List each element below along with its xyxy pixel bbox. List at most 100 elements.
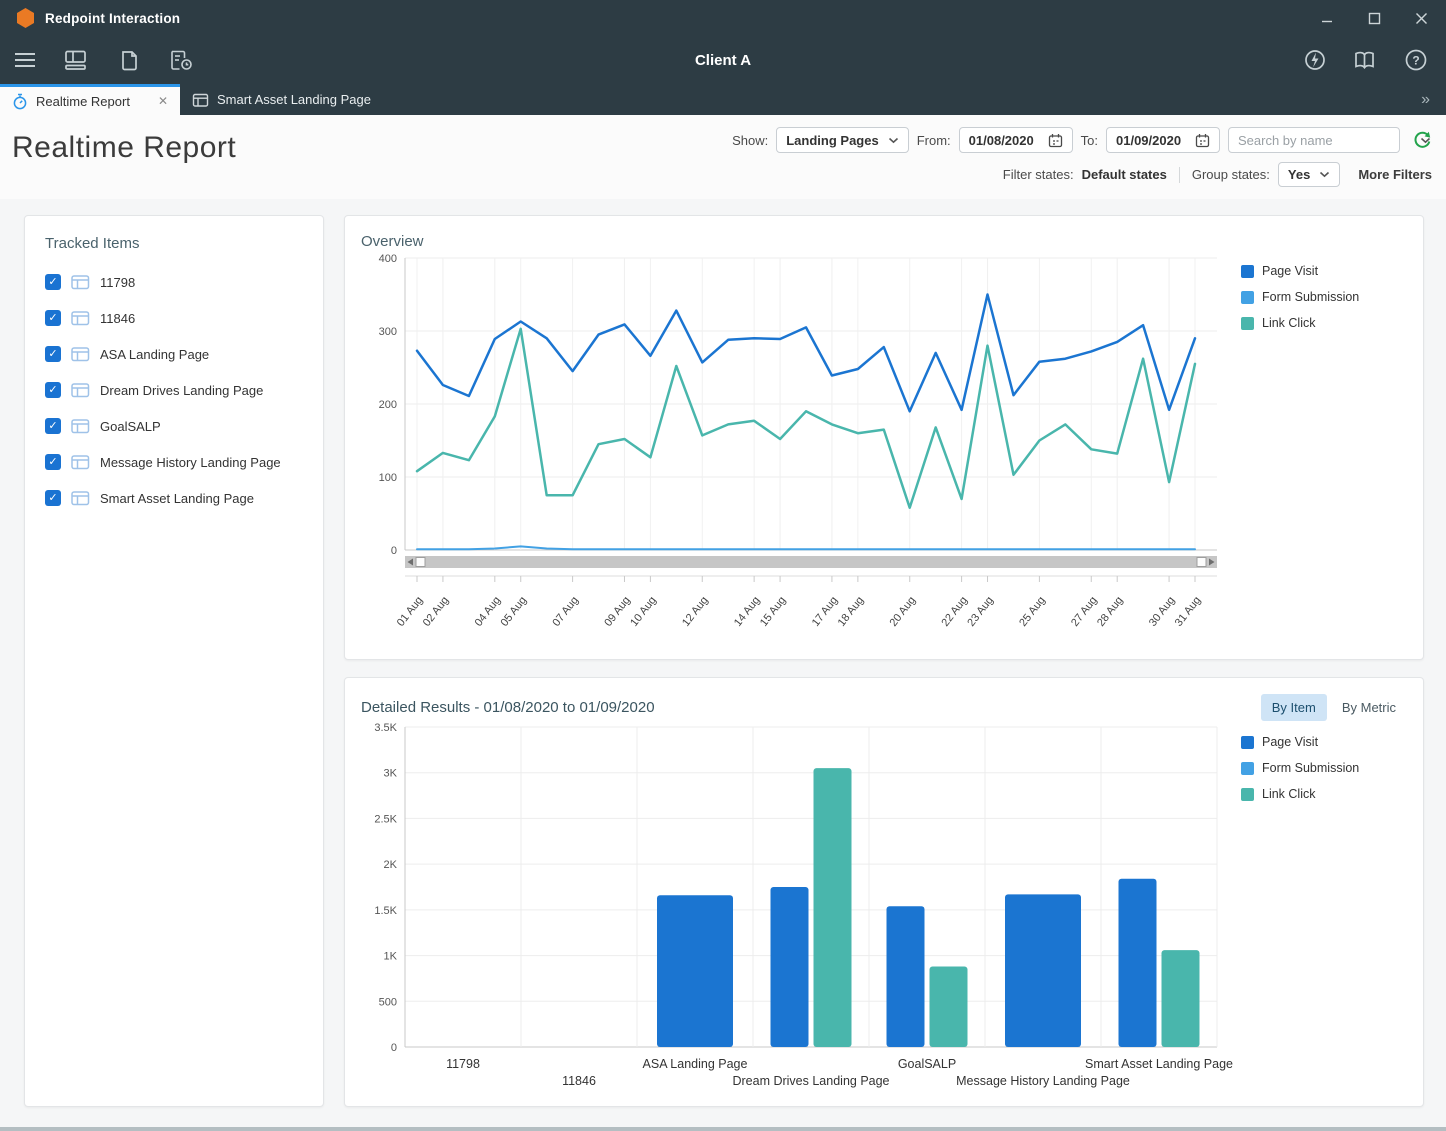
svg-text:30 Aug: 30 Aug (1147, 594, 1178, 628)
svg-text:15 Aug: 15 Aug (758, 594, 789, 628)
minimize-icon[interactable] (1321, 12, 1334, 25)
overview-panel: Overview 010020030040001 Aug02 Aug04 Aug… (344, 215, 1424, 660)
svg-text:02 Aug: 02 Aug (421, 594, 452, 628)
filter-row-primary: Show: Landing Pages From: 01/08/2020 To:… (732, 127, 1432, 153)
refresh-button[interactable] (1412, 130, 1432, 150)
legend-swatch (1241, 317, 1254, 330)
svg-text:0: 0 (391, 545, 397, 557)
legend-swatch (1241, 265, 1254, 278)
duplicate-page-icon[interactable] (116, 49, 140, 71)
filter-states-value[interactable]: Default states (1082, 167, 1167, 182)
close-window-icon[interactable] (1415, 12, 1428, 25)
legend-swatch (1241, 736, 1254, 749)
item-checkbox-checked[interactable]: ✓ (45, 454, 61, 470)
help-icon[interactable]: ? (1404, 48, 1428, 72)
svg-text:12 Aug: 12 Aug (680, 594, 711, 628)
svg-text:3.5K: 3.5K (374, 722, 397, 734)
legend-item[interactable]: Form Submission (1241, 290, 1399, 304)
bar-Dream Drives Landing Page (814, 768, 852, 1047)
legend-item[interactable]: Link Click (1241, 787, 1399, 801)
filter-bar: Show: Landing Pages From: 01/08/2020 To:… (732, 123, 1432, 187)
to-date-input[interactable]: 01/09/2020 (1106, 127, 1220, 153)
svg-text:200: 200 (379, 399, 397, 411)
view-switch: By Item By Metric (1261, 694, 1407, 721)
page-header: Realtime Report Show: Landing Pages From… (0, 115, 1446, 199)
legend-swatch (1241, 291, 1254, 304)
svg-text:05 Aug: 05 Aug (499, 594, 530, 628)
window-controls (1321, 12, 1434, 25)
legend-label: Form Submission (1262, 761, 1359, 775)
chevron-down-icon (888, 137, 899, 144)
by-metric-button[interactable]: By Metric (1331, 694, 1407, 721)
item-checkbox-checked[interactable]: ✓ (45, 490, 61, 506)
tab-strip: Realtime Report ✕ Smart Asset Landing Pa… (0, 84, 1446, 115)
dashboard-panels-icon[interactable] (64, 49, 88, 71)
from-date-input[interactable]: 01/08/2020 (959, 127, 1073, 153)
svg-text:20 Aug: 20 Aug (888, 594, 919, 628)
svg-text:31 Aug: 31 Aug (1173, 594, 1204, 628)
chart-scrollbar-track[interactable] (405, 556, 1217, 568)
legend-item[interactable]: Page Visit (1241, 264, 1399, 278)
svg-text:10 Aug: 10 Aug (628, 594, 659, 628)
svg-text:2.5K: 2.5K (374, 813, 397, 825)
scrollbar-handle-right[interactable] (1197, 558, 1206, 567)
item-checkbox-checked[interactable]: ✓ (45, 346, 61, 362)
calendar-icon[interactable] (1195, 133, 1210, 148)
tracked-item-row[interactable]: ✓ ASA Landing Page (45, 336, 303, 372)
tab-close-icon[interactable]: ✕ (158, 94, 168, 108)
documentation-book-icon[interactable] (1353, 49, 1378, 71)
bar-Smart Asset Landing Page (1162, 950, 1200, 1047)
bar-Smart Asset Landing Page (1119, 879, 1157, 1047)
filter-states-label: Filter states: (1003, 167, 1074, 182)
table-icon (71, 310, 90, 326)
from-label: From: (917, 133, 951, 148)
legend-label: Link Click (1262, 787, 1316, 801)
tracked-item-row[interactable]: ✓Smart Asset Landing Page (45, 480, 303, 516)
stopwatch-icon (12, 93, 28, 110)
item-checkbox-checked[interactable]: ✓ (45, 382, 61, 398)
legend-item[interactable]: Page Visit (1241, 735, 1399, 749)
legend-swatch (1241, 788, 1254, 801)
svg-text:3K: 3K (384, 768, 398, 780)
tracked-item-label: 11798 (100, 275, 135, 290)
more-filters-button[interactable]: More Filters (1358, 167, 1432, 182)
tracked-item-row[interactable]: ✓GoalSALP (45, 408, 303, 444)
legend-item[interactable]: Link Click (1241, 316, 1399, 330)
search-box[interactable] (1228, 127, 1400, 153)
svg-text:300: 300 (379, 326, 397, 338)
svg-text:11846: 11846 (562, 1074, 596, 1088)
tab-overflow-chevron[interactable]: » (1405, 84, 1446, 115)
bar-Message History Landing Page (1005, 894, 1081, 1047)
menu-icon[interactable] (14, 51, 36, 69)
svg-text:11798: 11798 (446, 1057, 480, 1071)
tracked-item-row[interactable]: ✓Dream Drives Landing Page (45, 372, 303, 408)
scrollbar-handle-left[interactable] (416, 558, 425, 567)
by-item-button[interactable]: By Item (1261, 694, 1327, 721)
tracked-item-row[interactable]: ✓11846 (45, 300, 303, 336)
sync-connection-icon[interactable] (1303, 48, 1327, 72)
tracked-item-row[interactable]: ✓Message History Landing Page (45, 444, 303, 480)
show-select[interactable]: Landing Pages (776, 127, 908, 153)
report-history-icon[interactable] (168, 49, 194, 71)
detailed-results-title: Detailed Results - 01/08/2020 to 01/09/2… (361, 699, 655, 716)
item-checkbox-checked[interactable]: ✓ (45, 274, 61, 290)
maximize-icon[interactable] (1368, 12, 1381, 25)
tracked-item-row[interactable]: ✓ 11798 (45, 264, 303, 300)
legend-item[interactable]: Form Submission (1241, 761, 1399, 775)
svg-text:27 Aug: 27 Aug (1069, 594, 1100, 628)
group-states-select[interactable]: Yes (1278, 162, 1340, 187)
table-icon (71, 454, 90, 470)
item-checkbox-checked[interactable]: ✓ (45, 310, 61, 326)
tab-smart-asset-landing-page[interactable]: Smart Asset Landing Page (180, 84, 383, 115)
search-input[interactable] (1238, 133, 1414, 148)
tab-label: Smart Asset Landing Page (217, 92, 371, 107)
titlebar: Redpoint Interaction (0, 0, 1446, 36)
calendar-icon[interactable] (1048, 133, 1063, 148)
svg-text:?: ? (1412, 54, 1419, 68)
tab-realtime-report[interactable]: Realtime Report ✕ (0, 84, 180, 115)
tracked-item-label: ASA Landing Page (100, 347, 209, 362)
item-checkbox-checked[interactable]: ✓ (45, 418, 61, 434)
svg-text:0: 0 (391, 1042, 397, 1054)
table-icon (71, 418, 90, 434)
overview-line-chart[interactable]: 010020030040001 Aug02 Aug04 Aug05 Aug07 … (361, 250, 1241, 628)
